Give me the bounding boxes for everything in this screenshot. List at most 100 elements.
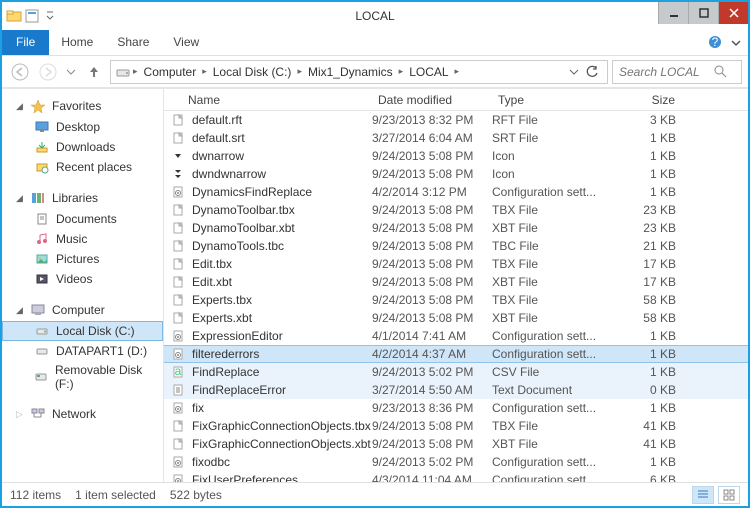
- file-row[interactable]: Experts.xbt9/24/2013 5:08 PMXBT File58 K…: [164, 309, 748, 327]
- file-icon: [170, 472, 186, 482]
- file-date: 4/1/2014 7:41 AM: [372, 329, 492, 343]
- close-button[interactable]: [718, 2, 748, 24]
- file-row[interactable]: filterederrors4/2/2014 4:37 AMConfigurat…: [164, 345, 748, 363]
- collapse-icon[interactable]: ◢: [16, 305, 24, 316]
- search-input[interactable]: [619, 65, 714, 79]
- chevron-right-icon[interactable]: ▸: [133, 66, 138, 77]
- file-row[interactable]: FixUserPreferences4/3/2014 11:04 AMConfi…: [164, 471, 748, 482]
- drive-icon: [34, 343, 50, 359]
- file-row[interactable]: fix9/23/2013 8:36 PMConfiguration sett..…: [164, 399, 748, 417]
- nav-pictures[interactable]: Pictures: [2, 249, 163, 269]
- file-size: 0 KB: [612, 383, 682, 397]
- expand-ribbon-icon[interactable]: [730, 37, 742, 49]
- breadcrumb-segment[interactable]: Mix1_Dynamics: [304, 65, 397, 79]
- desktop-icon: [34, 119, 50, 135]
- file-row[interactable]: Edit.tbx9/24/2013 5:08 PMTBX File17 KB: [164, 255, 748, 273]
- tab-home[interactable]: Home: [49, 30, 105, 55]
- file-row[interactable]: Edit.xbt9/24/2013 5:08 PMXBT File17 KB: [164, 273, 748, 291]
- icons-view-button[interactable]: [718, 486, 740, 504]
- column-size[interactable]: Size: [612, 93, 682, 107]
- chevron-right-icon[interactable]: ▸: [297, 66, 302, 77]
- file-date: 9/24/2013 5:08 PM: [372, 437, 492, 451]
- column-name[interactable]: Name: [164, 93, 372, 107]
- libraries-group[interactable]: ◢ Libraries: [2, 187, 163, 209]
- help-icon[interactable]: ?: [708, 35, 722, 49]
- nav-downloads[interactable]: Downloads: [2, 137, 163, 157]
- collapse-icon[interactable]: ◢: [16, 101, 24, 112]
- nav-removable-disk[interactable]: Removable Disk (F:): [2, 361, 163, 393]
- breadcrumb-segment[interactable]: Computer: [140, 65, 201, 79]
- refresh-icon[interactable]: [585, 65, 599, 79]
- file-row[interactable]: DynamicsFindReplace4/2/2014 3:12 PMConfi…: [164, 183, 748, 201]
- minimize-button[interactable]: [658, 2, 688, 24]
- file-size: 6 KB: [612, 473, 682, 482]
- file-row[interactable]: dwndwnarrow9/24/2013 5:08 PMIcon1 KB: [164, 165, 748, 183]
- file-size: 3 KB: [612, 113, 682, 127]
- status-bar: 112 items 1 item selected 522 bytes: [2, 482, 748, 506]
- file-type: TBX File: [492, 203, 612, 217]
- address-toolbar: ▸ Computer ▸ Local Disk (C:) ▸ Mix1_Dyna…: [2, 56, 748, 88]
- main-area: ◢ Favorites Desktop Downloads Recent pla…: [2, 88, 748, 482]
- file-row[interactable]: fixodbc9/24/2013 5:02 PMConfiguration se…: [164, 453, 748, 471]
- expand-icon[interactable]: ▷: [16, 409, 24, 420]
- file-row[interactable]: DynamoToolbar.tbx9/24/2013 5:08 PMTBX Fi…: [164, 201, 748, 219]
- file-name: fixodbc: [192, 455, 230, 469]
- maximize-button[interactable]: [688, 2, 718, 24]
- file-row[interactable]: dwnarrow9/24/2013 5:08 PMIcon1 KB: [164, 147, 748, 165]
- breadcrumb[interactable]: ▸ Computer ▸ Local Disk (C:) ▸ Mix1_Dyna…: [110, 60, 608, 84]
- tab-view[interactable]: View: [161, 30, 211, 55]
- details-view-button[interactable]: [692, 486, 714, 504]
- collapse-icon[interactable]: ◢: [16, 193, 24, 204]
- file-icon: [170, 382, 186, 398]
- nav-desktop[interactable]: Desktop: [2, 117, 163, 137]
- file-row[interactable]: ExpressionEditor4/1/2014 7:41 AMConfigur…: [164, 327, 748, 345]
- nav-music[interactable]: Music: [2, 229, 163, 249]
- nav-local-disk-c[interactable]: Local Disk (C:): [2, 321, 163, 341]
- address-dropdown-icon[interactable]: [569, 67, 579, 77]
- quick-access-icon[interactable]: [24, 8, 40, 24]
- chevron-right-icon[interactable]: ▸: [399, 66, 404, 77]
- nav-videos[interactable]: Videos: [2, 269, 163, 289]
- back-button[interactable]: [8, 60, 32, 84]
- network-group[interactable]: ▷ Network: [2, 403, 163, 425]
- file-date: 9/24/2013 5:08 PM: [372, 203, 492, 217]
- history-dropdown[interactable]: [64, 60, 78, 84]
- file-row[interactable]: aFindReplace9/24/2013 5:02 PMCSV File1 K…: [164, 363, 748, 381]
- chevron-right-icon[interactable]: ▸: [455, 66, 460, 77]
- column-type[interactable]: Type: [492, 93, 612, 107]
- nav-recent[interactable]: Recent places: [2, 157, 163, 177]
- nav-datapart1[interactable]: DATAPART1 (D:): [2, 341, 163, 361]
- breadcrumb-segment[interactable]: Local Disk (C:): [209, 65, 296, 79]
- file-date: 9/23/2013 8:32 PM: [372, 113, 492, 127]
- file-icon: [170, 274, 186, 290]
- file-row[interactable]: default.srt3/27/2014 6:04 AMSRT File1 KB: [164, 129, 748, 147]
- pictures-icon: [34, 251, 50, 267]
- chevron-right-icon[interactable]: ▸: [202, 66, 207, 77]
- folder-icon: [6, 8, 22, 24]
- file-row[interactable]: DynamoTools.tbc9/24/2013 5:08 PMTBC File…: [164, 237, 748, 255]
- file-icon: [170, 346, 186, 362]
- file-tab[interactable]: File: [2, 30, 49, 55]
- tab-share[interactable]: Share: [105, 30, 161, 55]
- file-row[interactable]: default.rft9/23/2013 8:32 PMRFT File3 KB: [164, 111, 748, 129]
- search-box[interactable]: [612, 60, 742, 84]
- file-size: 1 KB: [612, 131, 682, 145]
- file-size: 1 KB: [612, 167, 682, 181]
- forward-button[interactable]: [36, 60, 60, 84]
- up-button[interactable]: [82, 60, 106, 84]
- qa-dropdown[interactable]: [42, 8, 58, 24]
- file-name: dwnarrow: [192, 149, 244, 163]
- computer-group[interactable]: ◢ Computer: [2, 299, 163, 321]
- file-row[interactable]: DynamoToolbar.xbt9/24/2013 5:08 PMXBT Fi…: [164, 219, 748, 237]
- file-row[interactable]: Experts.tbx9/24/2013 5:08 PMTBX File58 K…: [164, 291, 748, 309]
- nav-documents[interactable]: Documents: [2, 209, 163, 229]
- favorites-group[interactable]: ◢ Favorites: [2, 95, 163, 117]
- file-row[interactable]: FixGraphicConnectionObjects.tbx9/24/2013…: [164, 417, 748, 435]
- file-row[interactable]: FixGraphicConnectionObjects.xbt9/24/2013…: [164, 435, 748, 453]
- file-row[interactable]: FindReplaceError3/27/2014 5:50 AMText Do…: [164, 381, 748, 399]
- file-size: 41 KB: [612, 437, 682, 451]
- file-list[interactable]: default.rft9/23/2013 8:32 PMRFT File3 KB…: [164, 111, 748, 482]
- column-date[interactable]: Date modified: [372, 93, 492, 107]
- search-icon[interactable]: [714, 65, 727, 78]
- breadcrumb-segment[interactable]: LOCAL: [405, 65, 452, 79]
